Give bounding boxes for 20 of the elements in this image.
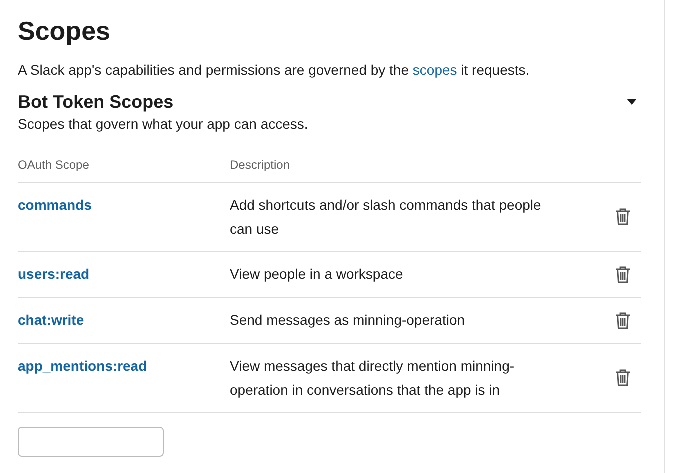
column-header: Description <box>230 157 290 174</box>
trash-icon[interactable] <box>615 312 631 330</box>
trash-icon[interactable] <box>615 369 631 387</box>
intro-text: A Slack app's capabilities and permissions are governed by the scopes it requests. <box>18 61 530 80</box>
scope-name: users:read <box>18 266 90 282</box>
section-title: Bot Token Scopes <box>18 91 174 114</box>
caret-icon[interactable] <box>627 99 637 105</box>
scopes-link[interactable]: scopes <box>412 62 458 78</box>
scope-name: app_mentions:read <box>18 358 148 374</box>
trash-icon[interactable] <box>615 208 631 226</box>
page-title: Scopes <box>18 15 110 48</box>
scope-description: Add shortcuts and/or slash commands that people can use <box>230 196 542 239</box>
trash-icon[interactable] <box>615 266 631 284</box>
scope-name: commands <box>18 197 92 213</box>
scope-description: View messages that directly mention minning-operation in conversations that the app is in <box>230 357 516 400</box>
column-header: OAuth Scope <box>18 157 90 174</box>
scope-description: Send messages as minning-operation <box>230 311 466 330</box>
scope-name: chat:write <box>18 312 84 328</box>
section-subtitle: Scopes that govern what your app can access. <box>18 115 308 134</box>
scope-description: View people in a workspace <box>230 265 404 284</box>
